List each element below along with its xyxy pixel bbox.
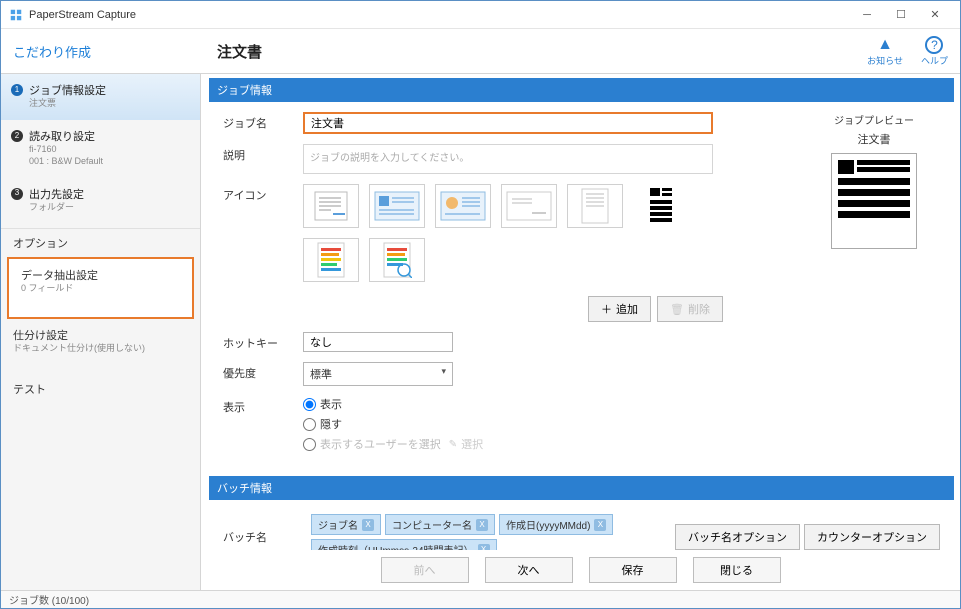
pencil-icon: ✎ bbox=[449, 439, 457, 450]
description-label: 説明 bbox=[223, 144, 303, 163]
step-job-info[interactable]: 1 ジョブ情報設定 注文票 bbox=[1, 74, 200, 120]
icon-option-8[interactable] bbox=[369, 238, 425, 282]
help-icon: ? bbox=[925, 36, 943, 54]
plus-icon: ＋ bbox=[601, 301, 612, 317]
hotkey-label: ホットキー bbox=[223, 332, 303, 351]
save-button[interactable]: 保存 bbox=[589, 557, 677, 583]
option-test[interactable]: テスト bbox=[1, 375, 200, 405]
icon-option-7[interactable] bbox=[303, 238, 359, 282]
tag-computer-name[interactable]: コンピューター名X bbox=[385, 514, 495, 535]
delete-icon-button[interactable]: 🗑削除 bbox=[657, 296, 723, 322]
app-title: PaperStream Capture bbox=[29, 9, 850, 21]
job-name-input[interactable] bbox=[303, 112, 713, 134]
status-bar: ジョブ数 (10/100) bbox=[1, 590, 960, 608]
option-data-extraction[interactable]: データ抽出設定 0 フィールド bbox=[7, 257, 194, 319]
display-show-radio[interactable]: 表示 bbox=[303, 396, 780, 412]
mode-label[interactable]: こだわり作成 bbox=[13, 45, 91, 60]
icon-option-2[interactable] bbox=[369, 184, 425, 228]
app-window: PaperStream Capture ─ ☐ ✕ こだわり作成 注文書 ▲ お… bbox=[0, 0, 961, 609]
tag-created-date[interactable]: 作成日(yyyyMMdd)X bbox=[499, 514, 613, 535]
next-button[interactable]: 次へ bbox=[485, 557, 573, 583]
job-preview: ジョブプレビュー 注文書 bbox=[794, 102, 954, 476]
titlebar: PaperStream Capture ─ ☐ ✕ bbox=[1, 1, 960, 29]
remove-tag-icon[interactable]: X bbox=[594, 519, 606, 531]
close-footer-button[interactable]: 閉じる bbox=[693, 557, 781, 583]
display-select-users-radio[interactable]: 表示するユーザーを選択✎選択 bbox=[303, 436, 780, 452]
remove-tag-icon[interactable]: X bbox=[476, 519, 488, 531]
icon-option-5[interactable] bbox=[567, 184, 623, 228]
triangle-up-icon: ▲ bbox=[877, 36, 893, 54]
main-panel: ジョブ情報 ジョブ名 説明 ジョブの説明を入力してください。 アイコン bbox=[201, 74, 960, 590]
remove-tag-icon[interactable]: X bbox=[362, 519, 374, 531]
tag-created-time[interactable]: 作成時刻（HHmmss-24時間表記）X bbox=[311, 539, 497, 550]
display-hide-radio[interactable]: 隠す bbox=[303, 416, 780, 432]
close-button[interactable]: ✕ bbox=[918, 3, 952, 27]
job-name-label: ジョブ名 bbox=[223, 112, 303, 131]
sidebar: 1 ジョブ情報設定 注文票 2 読み取り設定 fi-7160 001 : B&W… bbox=[1, 74, 201, 590]
batch-name-label: バッチ名 bbox=[223, 529, 303, 545]
options-header: オプション bbox=[1, 228, 200, 255]
tag-job-name[interactable]: ジョブ名X bbox=[311, 514, 381, 535]
maximize-button[interactable]: ☐ bbox=[884, 3, 918, 27]
step-scan-settings[interactable]: 2 読み取り設定 fi-7160 001 : B&W Default bbox=[1, 120, 200, 178]
icon-grid bbox=[303, 184, 723, 282]
preview-title: 注文書 bbox=[794, 131, 954, 147]
priority-select[interactable]: 標準 bbox=[303, 362, 453, 386]
priority-label: 優先度 bbox=[223, 362, 303, 381]
footer-buttons: 前へ 次へ 保存 閉じる bbox=[201, 550, 960, 590]
notify-button[interactable]: ▲ お知らせ bbox=[867, 36, 903, 67]
prev-button[interactable]: 前へ bbox=[381, 557, 469, 583]
icon-option-6[interactable] bbox=[633, 184, 689, 228]
section-batch-info: バッチ情報 bbox=[209, 476, 954, 500]
step-output-settings[interactable]: 3 出力先設定 フォルダー bbox=[1, 178, 200, 224]
page-title: 注文書 bbox=[217, 41, 262, 62]
icon-option-4[interactable] bbox=[501, 184, 557, 228]
trash-icon: 🗑 bbox=[670, 303, 684, 316]
app-icon bbox=[9, 8, 23, 22]
option-separation[interactable]: 仕分け設定 ドキュメント仕分け(使用しない) bbox=[1, 321, 200, 363]
help-button[interactable]: ? ヘルプ bbox=[921, 36, 948, 67]
preview-thumbnail bbox=[831, 153, 917, 249]
counter-options-button[interactable]: カウンターオプション bbox=[804, 524, 940, 550]
batch-name-tags[interactable]: ジョブ名X コンピューター名X 作成日(yyyyMMdd)X 作成時刻（HHmm… bbox=[311, 514, 667, 550]
description-input[interactable]: ジョブの説明を入力してください。 bbox=[303, 144, 713, 174]
display-label: 表示 bbox=[223, 396, 303, 415]
topbar: こだわり作成 注文書 ▲ お知らせ ? ヘルプ bbox=[1, 29, 960, 73]
icon-option-3[interactable] bbox=[435, 184, 491, 228]
add-icon-button[interactable]: ＋追加 bbox=[588, 296, 651, 322]
icon-option-1[interactable] bbox=[303, 184, 359, 228]
icon-label: アイコン bbox=[223, 184, 303, 203]
hotkey-input[interactable] bbox=[303, 332, 453, 352]
batch-name-options-button[interactable]: バッチ名オプション bbox=[675, 524, 800, 550]
minimize-button[interactable]: ─ bbox=[850, 3, 884, 27]
section-job-info: ジョブ情報 bbox=[209, 78, 954, 102]
